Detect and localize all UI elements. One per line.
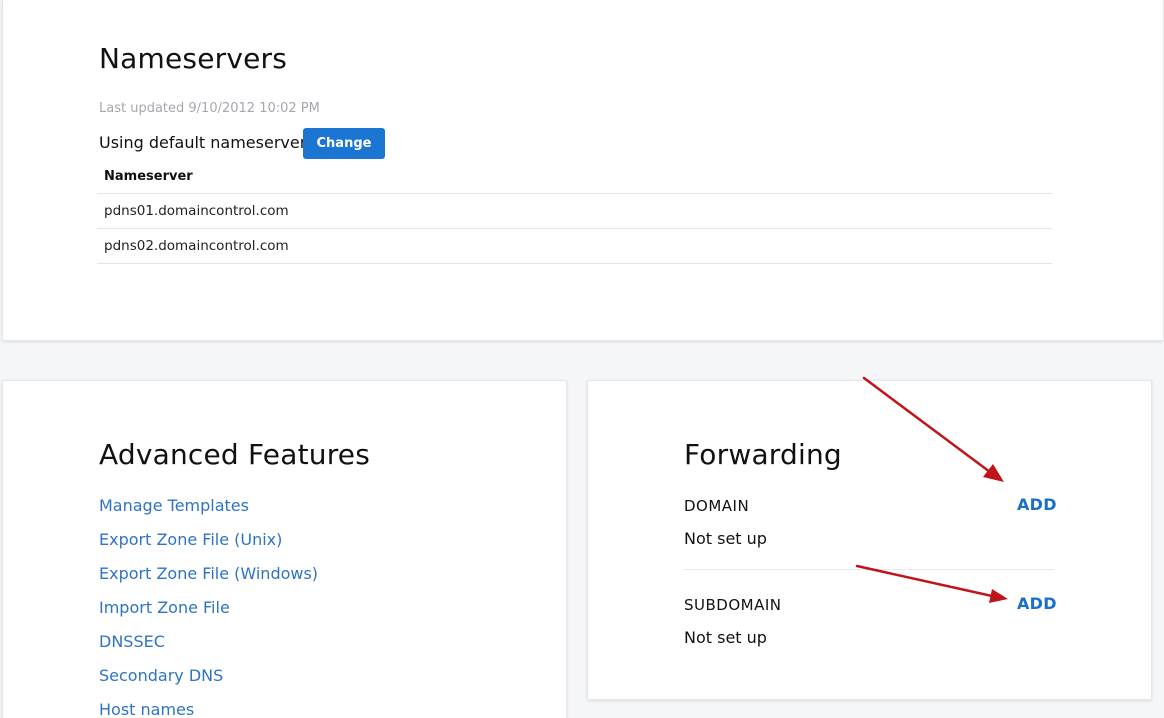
table-row: pdns02.domaincontrol.com xyxy=(97,229,1052,264)
secondary-dns-link[interactable]: Secondary DNS xyxy=(99,666,223,685)
forwarding-card xyxy=(587,380,1152,700)
table-row: pdns01.domaincontrol.com xyxy=(97,194,1052,229)
export-zone-file-windows-link[interactable]: Export Zone File (Windows) xyxy=(99,564,318,583)
nameserver-column-header: Nameserver xyxy=(97,160,1052,194)
nameserver-table: Nameserver pdns01.domaincontrol.com pdns… xyxy=(97,160,1052,264)
domain-forwarding-status: Not set up xyxy=(684,529,767,548)
subdomain-forwarding-status: Not set up xyxy=(684,628,767,647)
export-zone-file-unix-link[interactable]: Export Zone File (Unix) xyxy=(99,530,282,549)
import-zone-file-link[interactable]: Import Zone File xyxy=(99,598,230,617)
advanced-features-title: Advanced Features xyxy=(99,438,370,471)
manage-templates-link[interactable]: Manage Templates xyxy=(99,496,249,515)
domain-forwarding-label: DOMAIN xyxy=(684,497,750,515)
nameservers-title: Nameservers xyxy=(99,42,288,75)
dnssec-link[interactable]: DNSSEC xyxy=(99,632,165,651)
host-names-link[interactable]: Host names xyxy=(99,700,194,718)
add-domain-forwarding-button[interactable]: ADD xyxy=(1017,495,1057,514)
last-updated-text: Last updated 9/10/2012 10:02 PM xyxy=(99,101,320,116)
advanced-features-card xyxy=(2,380,567,718)
forwarding-divider xyxy=(684,569,1054,570)
add-subdomain-forwarding-button[interactable]: ADD xyxy=(1017,594,1057,613)
nameserver-status-text: Using default nameservers xyxy=(99,133,315,152)
forwarding-title: Forwarding xyxy=(684,438,842,471)
subdomain-forwarding-label: SUBDOMAIN xyxy=(684,596,782,614)
change-nameservers-button[interactable]: Change xyxy=(303,128,385,159)
